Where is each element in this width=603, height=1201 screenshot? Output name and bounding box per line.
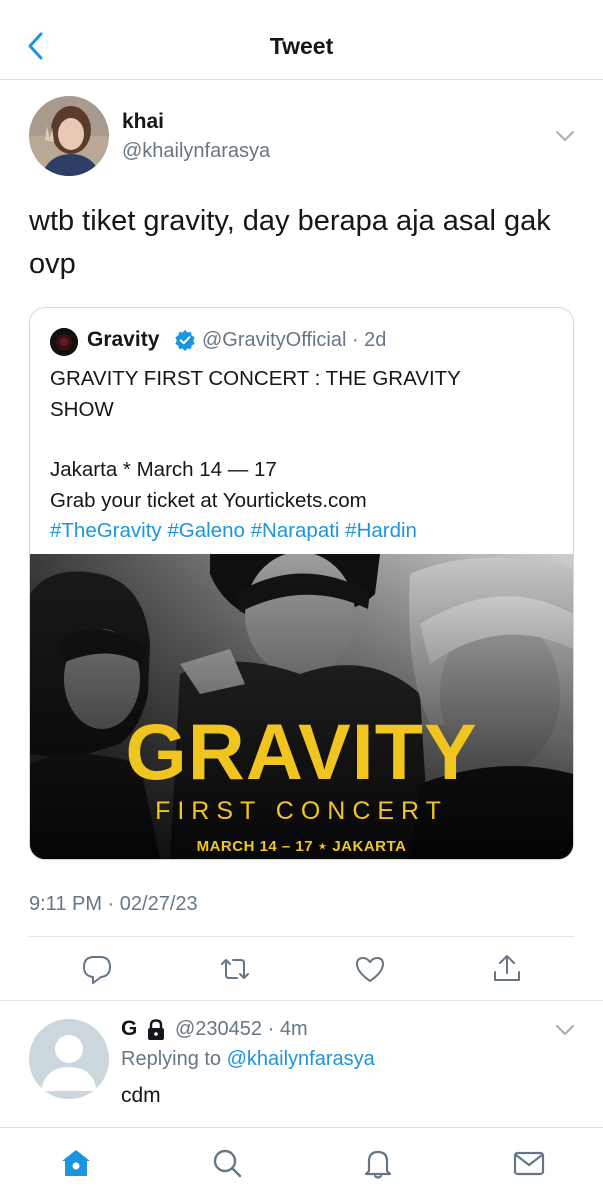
default-avatar-icon: [29, 1019, 109, 1099]
retweet-button[interactable]: [218, 952, 252, 986]
quoted-handle-time: @GravityOfficial · 2d: [202, 329, 387, 351]
tab-notifications[interactable]: [360, 1145, 396, 1181]
tweet-text: wtb tiket gravity, day berapa aja asal g…: [29, 205, 551, 280]
quoted-text-line: Grab your ticket at Yourtickets.com: [50, 488, 367, 512]
tweet-timestamp: 9:11 PM · 02/27/23: [29, 893, 198, 915]
hashtag-line: #TheGravity #Galeno #Narapati #Hardin: [50, 516, 555, 547]
replying-prefix: Replying to: [121, 1048, 222, 1070]
quoted-text-gap: [50, 425, 555, 455]
reply-handle-time: @230452 · 4m: [175, 1018, 308, 1040]
messages-icon: [513, 1151, 545, 1176]
share-icon: [494, 955, 520, 981]
poster-date: MARCH 14 – 17 ⋆ JAKARTA: [196, 838, 407, 855]
share-button[interactable]: [490, 952, 524, 986]
divider: [29, 936, 574, 937]
reply-options-button[interactable]: [553, 1018, 577, 1042]
hashtag-link[interactable]: #Hardin: [345, 519, 417, 542]
quoted-text-line: SHOW: [50, 397, 114, 421]
mention-link[interactable]: @khailynfarasya: [227, 1048, 375, 1070]
reply-avatar[interactable]: [29, 1019, 109, 1099]
like-button[interactable]: [353, 952, 387, 986]
page-title: Tweet: [269, 33, 334, 59]
quoted-tweet[interactable]: Gravity @GravityOfficial · 2d GRAVITY FI…: [29, 307, 574, 860]
reply-button[interactable]: [80, 952, 114, 986]
replying-to: Replying to @khailynfarasya: [121, 1048, 375, 1071]
reply-text: cdm: [121, 1084, 161, 1107]
like-icon: [356, 957, 384, 982]
hashtag-link[interactable]: #Galeno: [167, 519, 245, 542]
notifications-icon: [364, 1150, 392, 1179]
bottom-tab-bar: [0, 1127, 603, 1201]
author-avatar[interactable]: [29, 96, 109, 176]
divider: [0, 1000, 603, 1001]
quoted-avatar: [50, 328, 78, 356]
chevron-down-icon: [556, 1025, 574, 1035]
quoted-name: Gravity: [87, 328, 160, 351]
reply-author-name[interactable]: G: [121, 1017, 137, 1041]
hashtag-link[interactable]: #Narapati: [251, 519, 340, 542]
verified-badge-icon: [174, 329, 196, 351]
tab-search[interactable]: [209, 1145, 245, 1181]
tab-home[interactable]: [58, 1145, 94, 1181]
retweet-icon: [221, 959, 249, 979]
top-bar: Tweet: [0, 0, 603, 80]
poster-subtitle: FIRST CONCERT: [155, 797, 448, 825]
home-icon: [62, 1150, 90, 1176]
hashtag-link[interactable]: #TheGravity: [50, 519, 162, 542]
quoted-text-line: Jakarta * March 14 — 17: [50, 458, 277, 481]
concert-poster-image[interactable]: GRAVITY FIRST CONCERT MARCH 14 – 17 ⋆ JA…: [30, 554, 573, 859]
poster-title: GRAVITY: [125, 707, 478, 796]
chevron-down-icon: [556, 131, 574, 141]
lock-icon: [146, 1019, 166, 1041]
author-handle[interactable]: @khailynfarasya: [122, 140, 270, 163]
reply-icon: [83, 956, 111, 984]
tab-messages[interactable]: [511, 1145, 547, 1181]
search-icon: [213, 1149, 242, 1178]
quoted-text: GRAVITY FIRST CONCERT : THE GRAVITY SHOW…: [50, 364, 555, 547]
avatar-photo: [29, 96, 109, 176]
author-name[interactable]: khai: [122, 110, 164, 134]
tweet-options-button[interactable]: [553, 124, 577, 148]
quoted-text-line: GRAVITY FIRST CONCERT : THE GRAVITY: [50, 367, 461, 390]
